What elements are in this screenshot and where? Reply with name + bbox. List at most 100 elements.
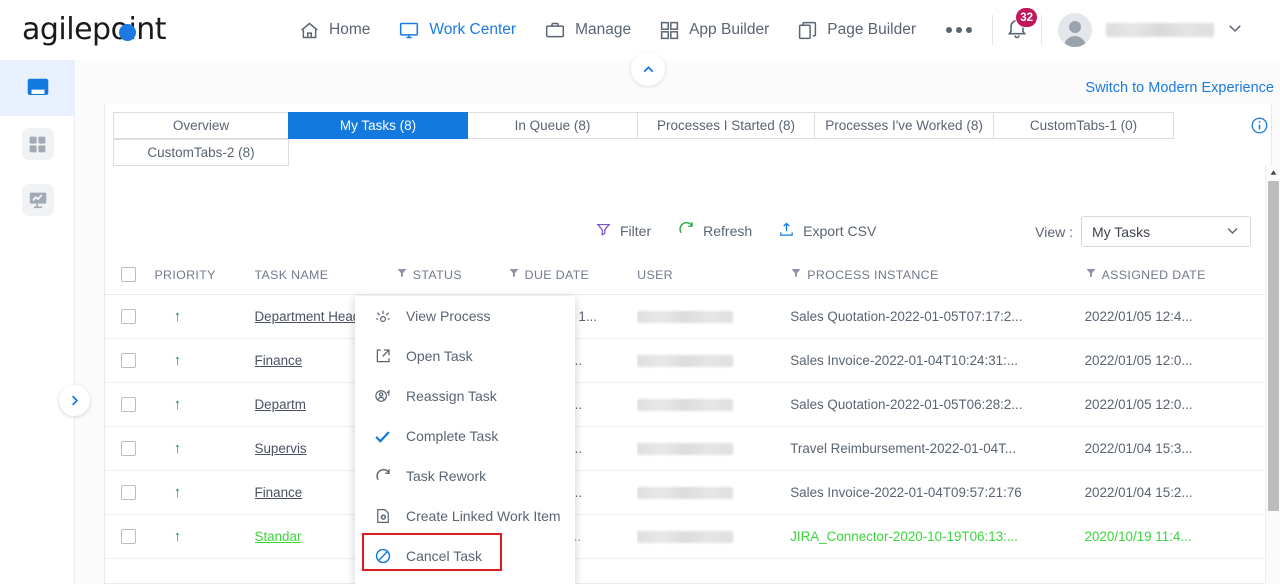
tab-label-processes-ive-worked: Processes I've Worked (8) (825, 118, 983, 133)
nav-label-app-builder: App Builder (689, 21, 770, 38)
column-label-assigned-date: ASSIGNED DATE (1101, 267, 1206, 282)
row-select-cell (105, 338, 155, 383)
tab-customtabs-1[interactable]: CustomTabs-1 (0) (993, 112, 1174, 139)
notifications-button[interactable]: 32 (997, 7, 1038, 50)
user-redacted (637, 399, 734, 412)
check-icon (373, 427, 392, 446)
row-checkbox[interactable] (121, 397, 136, 412)
context-menu-item-cancel-task[interactable]: Cancel Task (355, 536, 575, 576)
nav-item-work-center[interactable]: Work Center (384, 0, 530, 60)
user-redacted (637, 311, 734, 324)
column-assigned-date[interactable]: ASSIGNED DATE (1084, 256, 1273, 295)
column-due-date[interactable]: DUE DATE (507, 256, 638, 295)
task-name-link[interactable]: Finance (255, 353, 303, 368)
filter-icon (595, 221, 612, 241)
column-status[interactable]: STATUS (395, 256, 508, 295)
column-user[interactable]: USER (637, 256, 791, 295)
expand-sidebar-button[interactable] (59, 385, 90, 416)
export-csv-button[interactable]: Export CSV (778, 221, 876, 241)
vertical-scrollbar[interactable] (1265, 165, 1280, 584)
logo-dot-icon (119, 24, 136, 41)
nav-item-app-builder[interactable]: App Builder (645, 0, 783, 60)
context-menu-item-task-rework[interactable]: Task Rework (355, 456, 575, 496)
tasks-table: PRIORITY TASK NAME STATUS DUE DATE USER … (105, 256, 1273, 559)
table-row[interactable]: ↑Supervis22/01/05 1...Travel Reimburseme… (105, 426, 1273, 471)
collapse-header-button[interactable] (631, 52, 665, 86)
select-all-checkbox[interactable] (121, 267, 136, 282)
row-checkbox[interactable] (121, 309, 136, 324)
column-label-task-name: TASK NAME (254, 267, 329, 282)
column-select-all (105, 256, 155, 295)
column-process-instance[interactable]: PROCESS INSTANCE (790, 256, 1085, 295)
process-instance-cell: Sales Invoice-2022-01-04T09:57:21:76 (790, 470, 1085, 515)
view-select[interactable]: My Tasks (1081, 216, 1251, 247)
column-filter-icon[interactable] (1085, 267, 1097, 282)
view-process-icon (373, 307, 392, 326)
switch-to-modern-experience-link[interactable]: Switch to Modern Experience (1085, 80, 1274, 96)
process-instance-cell: Sales Quotation-2022-01-05T06:28:2... (790, 382, 1085, 427)
row-checkbox[interactable] (121, 441, 136, 456)
column-filter-icon[interactable] (396, 267, 408, 282)
filter-button[interactable]: Filter (595, 221, 651, 241)
nav-label-home: Home (329, 21, 371, 38)
priority-up-icon: ↑ (173, 396, 182, 413)
pages-icon (797, 20, 818, 41)
priority-up-icon: ↑ (173, 484, 182, 501)
chevron-down-icon[interactable] (1226, 19, 1244, 42)
tab-processes-ive-worked[interactable]: Processes I've Worked (8) (814, 112, 994, 139)
agilepoint-logo[interactable]: agilepoint (22, 10, 182, 50)
tab-in-queue[interactable]: In Queue (8) (467, 112, 638, 139)
tab-processes-i-started[interactable]: Processes I Started (8) (637, 112, 815, 139)
task-name-link[interactable]: Departm (255, 397, 306, 412)
column-label-process-instance: PROCESS INSTANCE (807, 267, 939, 282)
nav-item-home[interactable]: Home (285, 0, 384, 60)
user-cell (637, 514, 791, 559)
sidebar-item-work-center[interactable] (0, 60, 75, 116)
column-priority[interactable]: PRIORITY (154, 256, 255, 295)
view-select-value: My Tasks (1092, 223, 1151, 240)
scrollbar-thumb[interactable] (1268, 181, 1279, 511)
column-task-name[interactable]: TASK NAME (254, 256, 396, 295)
column-filter-icon[interactable] (508, 267, 520, 282)
more-menu-icon[interactable] (930, 0, 988, 60)
sidebar-item-apps[interactable] (0, 116, 75, 172)
user-menu[interactable] (1046, 13, 1244, 47)
table-row[interactable]: ↑Finance22/01/05 1...Sales Invoice-2022-… (105, 470, 1273, 515)
priority-up-icon: ↑ (173, 352, 182, 369)
row-checkbox[interactable] (121, 485, 136, 500)
column-filter-icon[interactable] (790, 267, 802, 282)
scroll-up-arrow-icon[interactable] (1266, 165, 1280, 179)
tasks-panel: Filter Refresh Export CSV View: My Task… (104, 104, 1273, 584)
table-row[interactable]: ↑Departm22/01/06 1...Sales Quotation-202… (105, 382, 1273, 427)
sidebar-item-reports[interactable] (0, 172, 75, 228)
tab-bar: Overview My Tasks (8) In Queue (8) Proce… (113, 112, 1260, 139)
task-name-link[interactable]: Standar (255, 529, 302, 544)
table-row[interactable]: ↑Finance22/01/05 1...Sales Invoice-2022-… (105, 338, 1273, 383)
tab-my-tasks[interactable]: My Tasks (8) (288, 112, 468, 139)
tab-customtabs-2[interactable]: CustomTabs-2 (8) (113, 139, 289, 166)
context-menu-label: Complete Task (406, 428, 499, 444)
briefcase-icon (544, 20, 566, 41)
context-menu-item-reassign-task[interactable]: Reassign Task (355, 376, 575, 416)
assigned-date-cell: 2022/01/05 12:0... (1084, 338, 1273, 383)
row-checkbox[interactable] (121, 353, 136, 368)
task-name-link[interactable]: Finance (255, 485, 303, 500)
nav-item-page-builder[interactable]: Page Builder (783, 0, 930, 60)
row-checkbox[interactable] (121, 529, 136, 544)
context-menu-item-complete-task[interactable]: Complete Task (355, 416, 575, 456)
tab-label-processes-i-started: Processes I Started (8) (656, 118, 796, 133)
context-menu-item-view-process[interactable]: View Process (355, 296, 575, 336)
nav-item-manage[interactable]: Manage (530, 0, 645, 60)
open-external-icon (373, 347, 392, 366)
logo-text: agilepoint (22, 12, 167, 47)
info-icon[interactable] (1246, 112, 1273, 139)
context-menu-item-open-task[interactable]: Open Task (355, 336, 575, 376)
tab-bar-row-2: CustomTabs-2 (8) (113, 139, 289, 166)
refresh-button[interactable]: Refresh (677, 220, 752, 241)
username-redacted (1106, 23, 1214, 37)
table-row[interactable]: ↑Standar20/11/02 1...JIRA_Connector-2020… (105, 514, 1273, 559)
tab-overview[interactable]: Overview (113, 112, 289, 139)
task-name-link[interactable]: Supervis (255, 441, 307, 456)
context-menu-item-create-linked-work-item[interactable]: Create Linked Work Item (355, 496, 575, 536)
table-row[interactable]: ↑Department Head ...Assigned2022/01/06 1… (105, 294, 1273, 339)
